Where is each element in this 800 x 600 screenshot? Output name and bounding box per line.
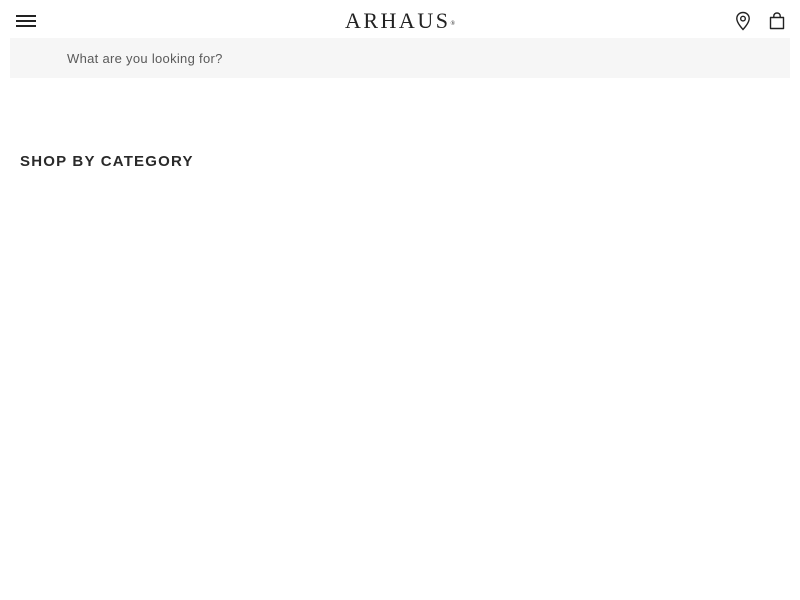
- registered-mark: ®: [450, 21, 456, 27]
- logo-text: ARHAUS: [344, 8, 451, 33]
- section-title: SHOP BY CATEGORY: [20, 153, 194, 170]
- menu-line: [16, 20, 36, 22]
- menu-line: [16, 15, 36, 17]
- top-header: ARHAUS®: [0, 0, 800, 40]
- brand-logo[interactable]: ARHAUS®: [320, 8, 480, 34]
- menu-line: [16, 25, 36, 27]
- location-pin-icon[interactable]: [734, 11, 752, 31]
- search-input[interactable]: [67, 49, 767, 67]
- shopping-bag-icon[interactable]: [767, 11, 787, 31]
- page: ARHAUS® SHOP BY CATEGORY: [0, 0, 800, 600]
- hamburger-menu-icon[interactable]: [14, 12, 38, 30]
- search-bar: [10, 38, 790, 78]
